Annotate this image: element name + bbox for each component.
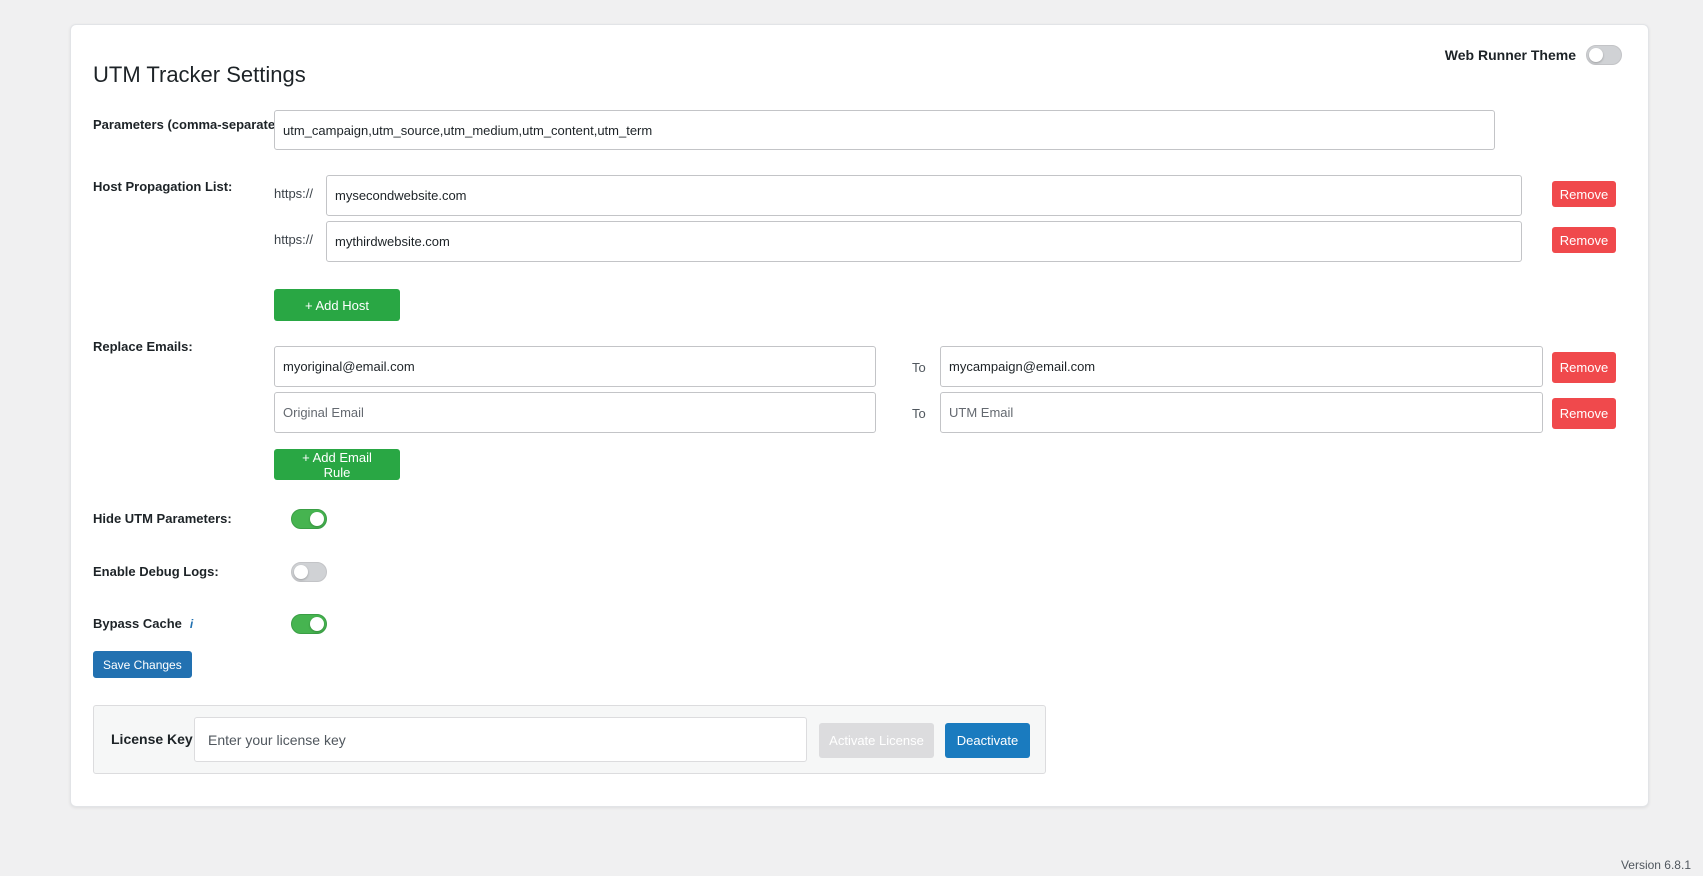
remove-host-button[interactable]: Remove [1552,227,1616,253]
info-icon[interactable]: i [190,617,193,631]
theme-toggle[interactable] [1586,45,1622,65]
toggle-knob [310,512,324,526]
parameters-input[interactable] [274,110,1495,150]
to-label: To [912,360,926,375]
debug-logs-label: Enable Debug Logs: [93,564,219,579]
settings-card: UTM Tracker Settings Web Runner Theme Pa… [70,24,1649,807]
hide-utm-label: Hide UTM Parameters: [93,511,232,526]
toggle-knob [310,617,324,631]
debug-logs-toggle[interactable] [291,562,327,582]
replace-emails-label: Replace Emails: [93,339,193,354]
license-key-input[interactable] [194,717,807,762]
toggle-knob [294,565,308,579]
host-prefix: https:// [274,186,314,201]
original-email-input[interactable] [274,392,876,433]
add-host-button[interactable]: + Add Host [274,289,400,321]
bypass-cache-label: Bypass Cache i [93,616,193,631]
deactivate-button[interactable]: Deactivate [945,723,1030,758]
to-label: To [912,406,926,421]
host-prefix: https:// [274,232,314,247]
theme-toggle-label: Web Runner Theme [1444,47,1576,63]
version-label: Version 6.8.1 [1620,858,1691,872]
bypass-cache-toggle[interactable] [291,614,327,634]
original-email-input[interactable] [274,346,876,387]
remove-email-rule-button[interactable]: Remove [1552,398,1616,429]
toggle-knob [1589,48,1603,62]
host-input[interactable] [326,175,1522,216]
host-input[interactable] [326,221,1522,262]
bypass-cache-text: Bypass Cache [93,616,182,631]
license-panel: License Key Activate License Deactivate [93,705,1046,774]
remove-email-rule-button[interactable]: Remove [1552,352,1616,383]
license-key-label: License Key [111,731,193,747]
add-email-rule-button[interactable]: + Add Email Rule [274,449,400,480]
activate-license-button[interactable]: Activate License [819,723,934,758]
utm-email-input[interactable] [940,392,1543,433]
host-list-label: Host Propagation List: [93,179,233,194]
utm-email-input[interactable] [940,346,1543,387]
parameters-label: Parameters (comma-separated) [93,117,288,132]
remove-host-button[interactable]: Remove [1552,181,1616,207]
theme-toggle-group: Web Runner Theme [1445,45,1622,65]
hide-utm-toggle[interactable] [291,509,327,529]
page-title: UTM Tracker Settings [93,62,306,87]
save-changes-button[interactable]: Save Changes [93,651,192,678]
